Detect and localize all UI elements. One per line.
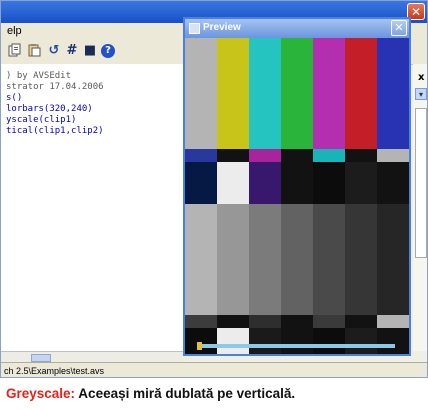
side-list[interactable] — [415, 108, 427, 258]
greyscale-top — [217, 204, 250, 315]
code-line: s() — [6, 93, 23, 103]
colorbar-top — [185, 38, 218, 149]
colorbar-low — [345, 162, 378, 204]
colorbar-top — [377, 38, 409, 149]
greyscale-top — [281, 204, 314, 315]
greyscale-low — [377, 328, 409, 354]
menu-help[interactable]: elp — [7, 25, 22, 37]
horizontal-scrollbar[interactable] — [1, 351, 183, 362]
preview-close-button[interactable]: ✕ — [391, 20, 407, 36]
status-bar: ch 2.5\Examples\test.avs — [1, 362, 427, 377]
paste-icon[interactable] — [26, 43, 42, 59]
colorbar-top — [281, 38, 314, 149]
slider-thumb[interactable] — [197, 342, 202, 350]
caption-label: Greyscale: — [6, 386, 76, 401]
code-line: tical(clip1,clip2) — [6, 126, 104, 136]
greyscale-low — [185, 328, 218, 354]
colorbar-low — [281, 162, 314, 204]
colorbar-low — [313, 162, 346, 204]
chevron-down-icon[interactable]: ▾ — [415, 88, 427, 100]
greyscale-top — [345, 204, 378, 315]
colorbar-mid — [313, 149, 346, 162]
app-icon — [189, 23, 200, 34]
close-icon: ✕ — [394, 21, 404, 34]
code-editor[interactable]: ) by AVSEdit strator 17.04.2006 s() lorb… — [1, 64, 184, 351]
greyscale-mid — [249, 315, 282, 328]
greyscale-mid — [377, 315, 409, 328]
greyscale-mid — [313, 315, 346, 328]
playback-slider[interactable] — [197, 344, 395, 348]
help-icon[interactable]: ? — [101, 44, 115, 58]
code-line: ) by AVSEdit — [6, 71, 72, 81]
figure-caption: Greyscale: Aceeași miră dublată pe verti… — [0, 378, 428, 410]
colorbar-mid — [345, 149, 378, 162]
side-panel-close-icon[interactable]: x — [418, 72, 424, 83]
greyscale-low — [249, 328, 282, 354]
scrollbar-thumb[interactable] — [31, 354, 51, 362]
copy-icon[interactable] — [7, 43, 23, 59]
status-file-path: ch 2.5\Examples\test.avs — [4, 366, 105, 376]
side-panel: x ▾ — [413, 64, 427, 351]
colorbar-mid — [185, 149, 218, 162]
colorbar-top — [249, 38, 282, 149]
close-icon: ✕ — [410, 5, 422, 19]
greyscale-top — [313, 204, 346, 315]
preview-titlebar[interactable]: Preview ✕ — [185, 19, 409, 38]
colorbar-top — [217, 38, 250, 149]
hash-icon[interactable]: # — [64, 43, 80, 59]
video-frame — [185, 38, 409, 354]
greyscale-top — [249, 204, 282, 315]
code-line: strator 17.04.2006 — [6, 82, 104, 92]
code-line: lorbars(320,240) — [6, 104, 93, 114]
greyscale-top — [185, 204, 218, 315]
save-icon[interactable]: ■ — [82, 43, 98, 59]
greyscale-mid — [281, 315, 314, 328]
greyscale-top — [377, 204, 409, 315]
colorbar-mid — [377, 149, 409, 162]
colorbar-top — [345, 38, 378, 149]
colorbar-low — [217, 162, 250, 204]
colorbar-top — [313, 38, 346, 149]
colorbar-mid — [281, 149, 314, 162]
greyscale-low — [281, 328, 314, 354]
greyscale-mid — [185, 315, 218, 328]
colorbar-mid — [249, 149, 282, 162]
greyscale-low — [217, 328, 250, 354]
code-line: yscale(clip1) — [6, 115, 77, 125]
greyscale-mid — [345, 315, 378, 328]
preview-window: Preview ✕ — [183, 17, 411, 356]
greyscale-mid — [217, 315, 250, 328]
colorbar-low — [377, 162, 409, 204]
colorbar-low — [249, 162, 282, 204]
preview-title: Preview — [203, 22, 241, 33]
colorbar-low — [185, 162, 218, 204]
colorbar-mid — [217, 149, 250, 162]
undo-icon[interactable]: ↺ — [46, 43, 62, 59]
greyscale-low — [345, 328, 378, 354]
caption-text: Aceeași miră dublată pe verticală. — [75, 386, 296, 401]
greyscale-low — [313, 328, 346, 354]
